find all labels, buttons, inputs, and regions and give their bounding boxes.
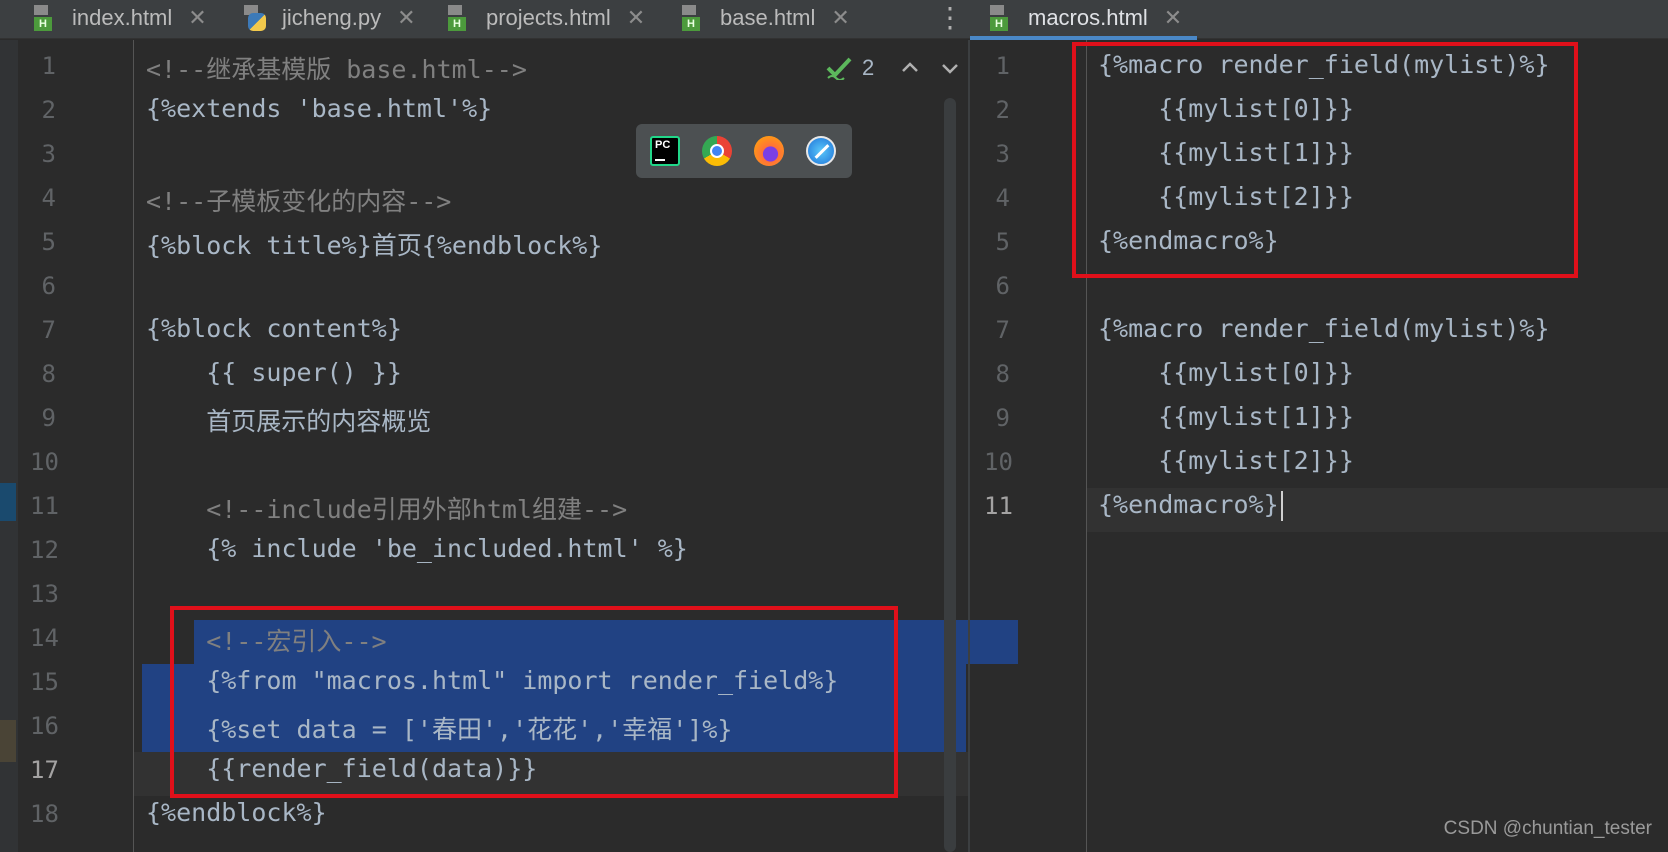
- tab-index-html[interactable]: index.html ✕: [34, 0, 207, 36]
- watermark: CSDN @chuntian_tester: [1443, 818, 1652, 839]
- line-number: 8: [995, 360, 1010, 388]
- close-icon[interactable]: ✕: [397, 5, 415, 31]
- close-icon[interactable]: ✕: [627, 5, 645, 31]
- safari-icon[interactable]: [806, 136, 836, 166]
- line-number: 2: [41, 96, 56, 124]
- chrome-icon[interactable]: [702, 136, 732, 166]
- html-file-icon: [448, 5, 472, 31]
- pycharm-icon[interactable]: PC: [650, 136, 680, 166]
- line-number: 10: [30, 448, 59, 476]
- code-line[interactable]: 首页展示的内容概览: [146, 402, 431, 438]
- line-number: 6: [995, 272, 1010, 300]
- line-number: 2: [995, 96, 1010, 124]
- left-gutter-divider: [133, 40, 134, 852]
- html-file-icon: [990, 5, 1014, 31]
- line-number: 17: [30, 756, 59, 784]
- tab-jicheng-py[interactable]: jicheng.py ✕: [244, 0, 416, 36]
- line-number: 4: [995, 184, 1010, 212]
- html-file-icon: [682, 5, 706, 31]
- check-icon: [826, 57, 852, 80]
- code-line[interactable]: {%endblock%}: [146, 798, 327, 827]
- line-number: 3: [41, 140, 56, 168]
- browser-popup: PC: [636, 124, 852, 178]
- line-number: 3: [995, 140, 1010, 168]
- code-line[interactable]: {%extends 'base.html'%}: [146, 94, 492, 123]
- line-number: 1: [995, 52, 1010, 80]
- code-line[interactable]: <!--子模板变化的内容-->: [146, 182, 451, 218]
- line-number: 12: [30, 536, 59, 564]
- firefox-icon[interactable]: [754, 136, 784, 166]
- line-number: 9: [995, 404, 1010, 432]
- close-icon[interactable]: ✕: [1164, 5, 1182, 31]
- tab-label: index.html: [72, 5, 173, 30]
- tab-label: projects.html: [486, 5, 611, 30]
- code-line[interactable]: {% include 'be_included.html' %}: [146, 534, 688, 563]
- code-line[interactable]: <!--include引用外部html组建-->: [146, 490, 627, 526]
- tab-base-html[interactable]: base.html ✕: [682, 0, 850, 36]
- pane-splitter[interactable]: [968, 40, 970, 852]
- inspection-widget[interactable]: 2: [826, 52, 962, 84]
- line-number: 11: [984, 492, 1013, 520]
- line-number: 9: [41, 404, 56, 432]
- code-line[interactable]: <!--继承基模版 base.html-->: [146, 50, 527, 86]
- tab-label: macros.html: [1028, 5, 1148, 30]
- line-number: 4: [41, 184, 56, 212]
- inspection-count: 2: [862, 55, 875, 80]
- line-number: 15: [30, 668, 59, 696]
- line-number: 5: [41, 228, 56, 256]
- code-line[interactable]: {%macro render_field(mylist)%}: [1098, 314, 1550, 343]
- line-number: 7: [41, 316, 56, 344]
- code-line[interactable]: {%block title%}首页{%endblock%}: [146, 226, 602, 262]
- chevron-down-icon[interactable]: [938, 56, 962, 80]
- line-number: 6: [41, 272, 56, 300]
- annotation-box-left: [170, 606, 898, 798]
- line-number: 18: [30, 800, 59, 828]
- annotation-box-right: [1072, 42, 1578, 278]
- text-caret: [1280, 491, 1283, 521]
- line-number: 10: [984, 448, 1013, 476]
- more-tabs-icon[interactable]: ⋮: [936, 4, 964, 34]
- code-line[interactable]: {%block content%}: [146, 314, 402, 343]
- active-tab-indicator: [970, 36, 1197, 40]
- line-number: 5: [995, 228, 1010, 256]
- gutter-marker: [0, 720, 16, 762]
- line-number: 14: [30, 624, 59, 652]
- line-number: 8: [41, 360, 56, 388]
- close-icon[interactable]: ✕: [188, 5, 206, 31]
- tab-label: jicheng.py: [282, 5, 382, 30]
- line-number: 7: [995, 316, 1010, 344]
- gutter-marker: [0, 483, 16, 521]
- code-line[interactable]: {%endmacro%}: [1098, 490, 1283, 521]
- tab-label: base.html: [720, 5, 816, 30]
- code-line[interactable]: {{mylist[0]}}: [1098, 358, 1354, 387]
- html-file-icon: [34, 5, 58, 31]
- close-icon[interactable]: ✕: [831, 5, 849, 31]
- tab-projects-html[interactable]: projects.html ✕: [448, 0, 645, 36]
- line-number: 1: [41, 52, 56, 80]
- line-number: 13: [30, 580, 59, 608]
- left-editor-scrollbar[interactable]: [944, 98, 956, 852]
- tab-macros-html[interactable]: macros.html ✕: [990, 0, 1182, 36]
- line-number: 11: [30, 492, 59, 520]
- code-line[interactable]: {{mylist[2]}}: [1098, 446, 1354, 475]
- code-line[interactable]: {{ super() }}: [146, 358, 402, 387]
- line-number: 16: [30, 712, 59, 740]
- python-file-icon: [244, 5, 268, 31]
- code-line[interactable]: {{mylist[1]}}: [1098, 402, 1354, 431]
- chevron-up-icon[interactable]: [898, 56, 922, 80]
